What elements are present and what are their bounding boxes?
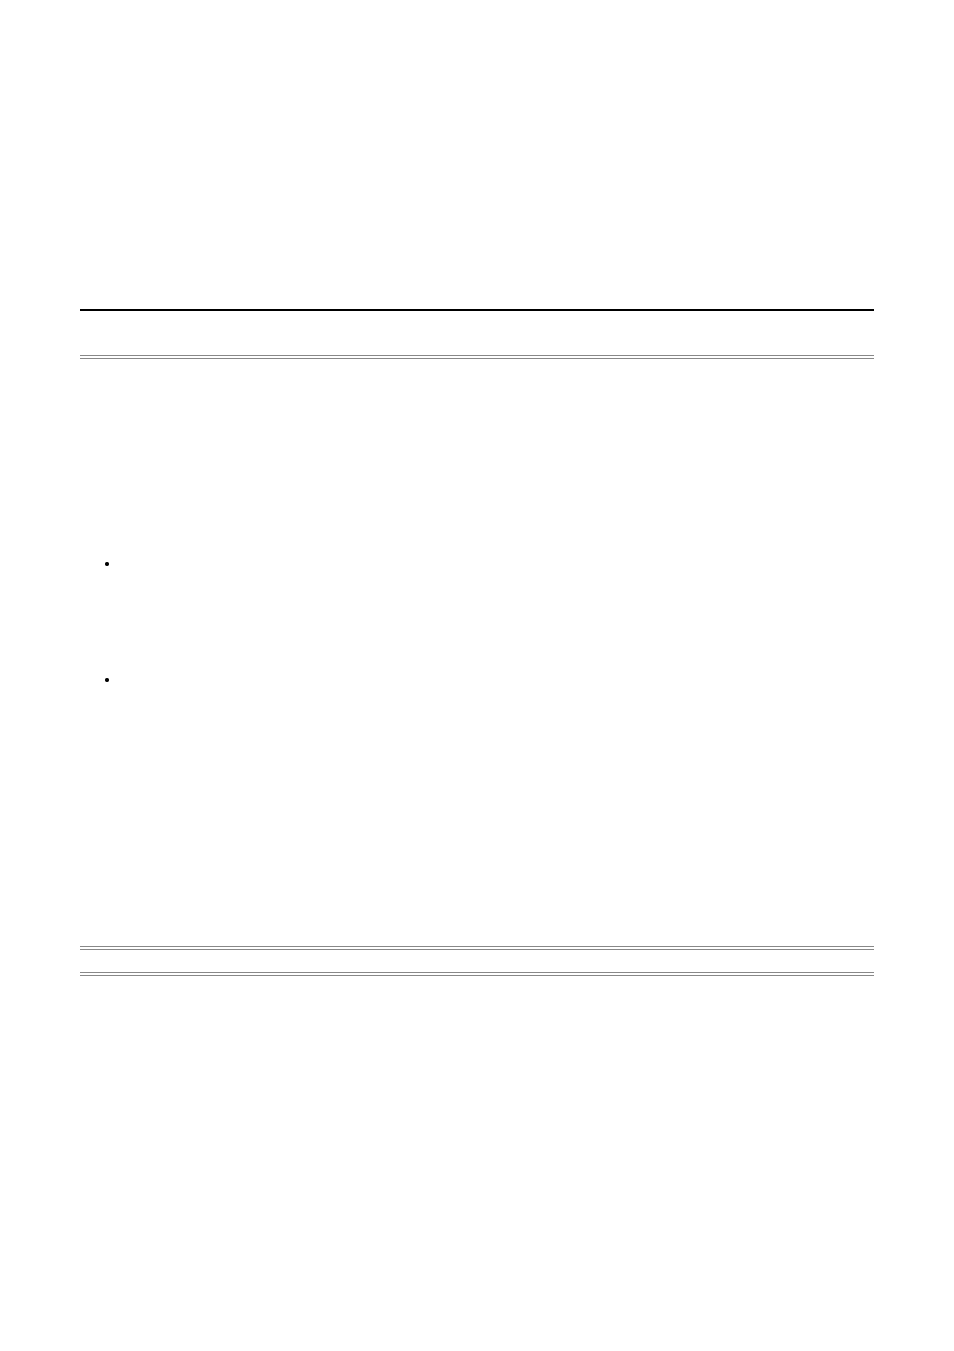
top-link[interactable]	[80, 250, 376, 264]
divider-double-3	[80, 972, 874, 976]
bullet-list	[80, 555, 874, 687]
list-item	[120, 671, 874, 687]
list-item	[120, 555, 874, 571]
bottom-link[interactable]	[80, 727, 264, 741]
